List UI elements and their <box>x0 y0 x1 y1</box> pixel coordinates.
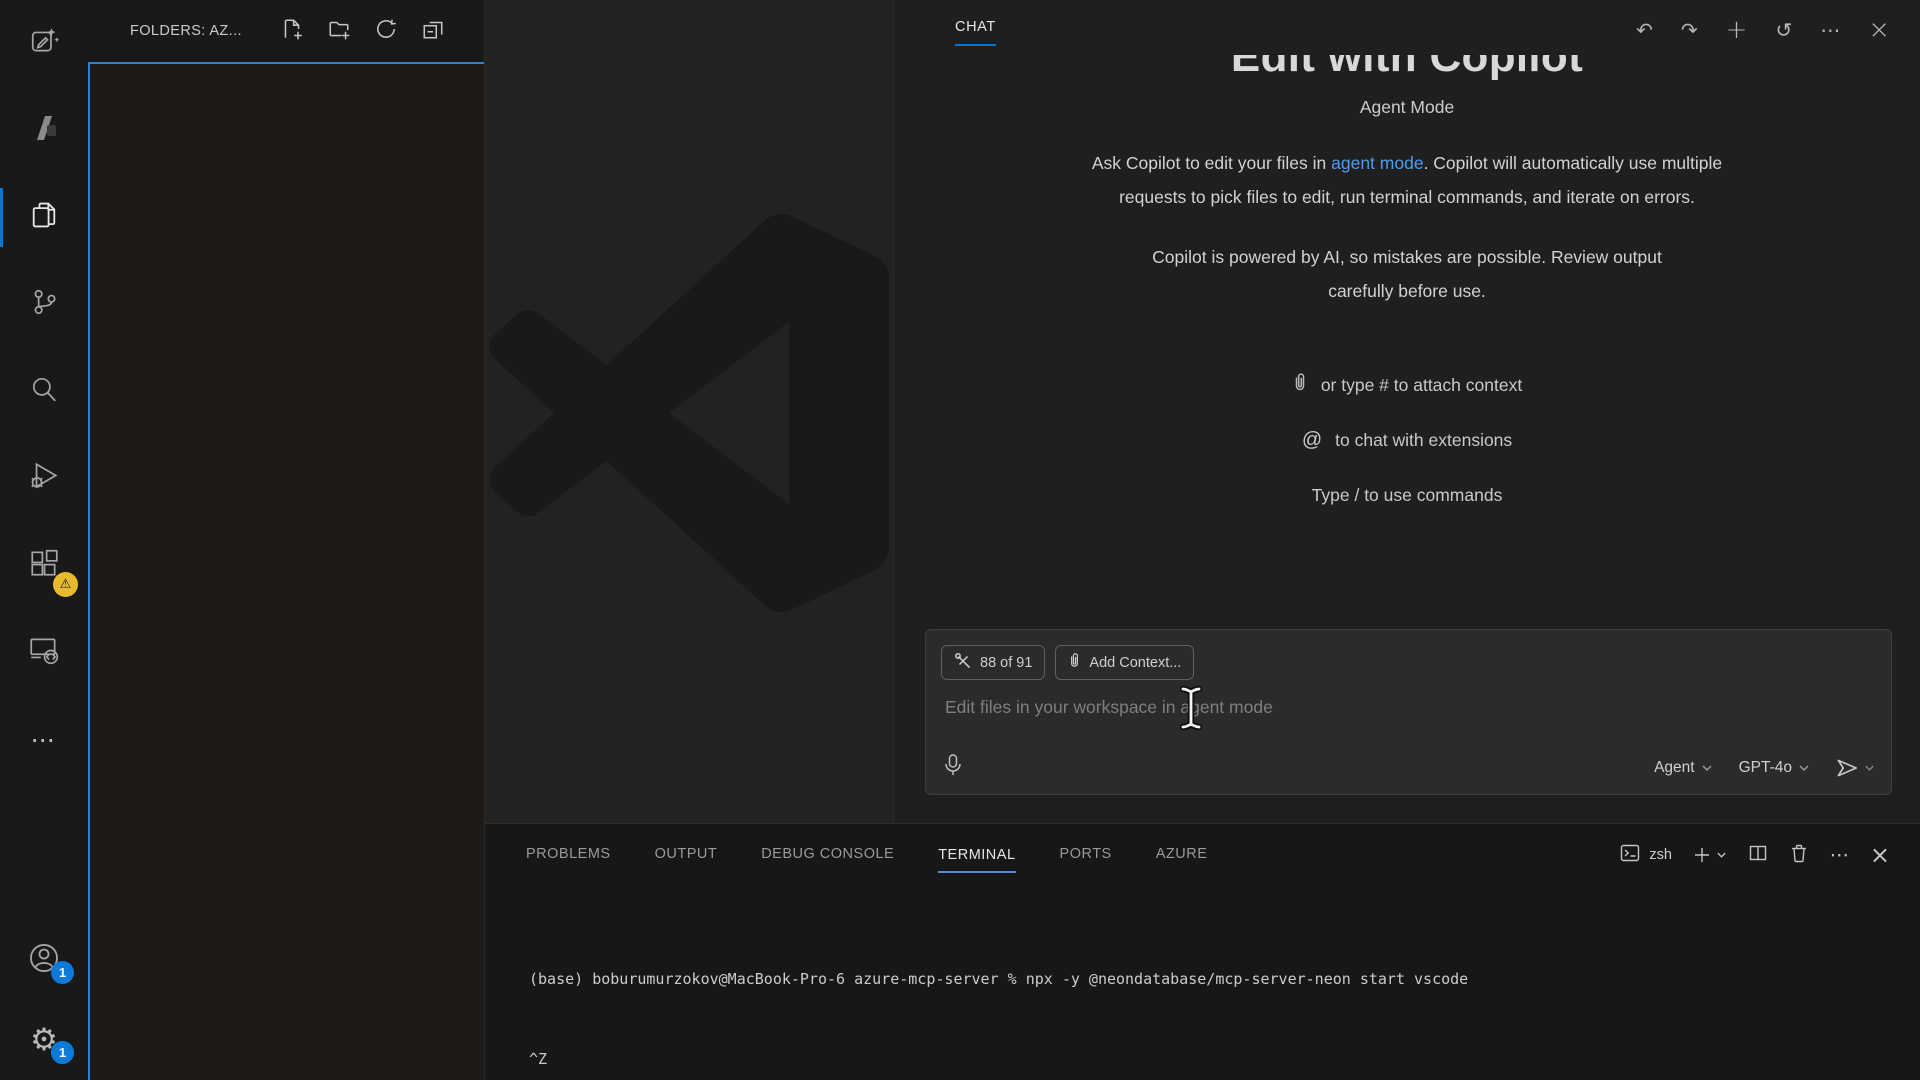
terminal-line: (base) boburumurzokov@MacBook-Pro-6 azur… <box>529 966 1900 993</box>
chat-hints: or type # to attach context @ to chat wi… <box>894 358 1920 523</box>
account-badge: 1 <box>51 961 74 984</box>
ellipsis-icon: ⋯ <box>31 726 58 754</box>
shell-selector[interactable]: zsh <box>1619 842 1672 868</box>
extension-logo-icon <box>28 112 60 149</box>
terminal-line: ^Z <box>529 1046 1900 1073</box>
mode-picker-dropdown[interactable]: Agent <box>1646 755 1721 781</box>
history-icon[interactable]: ↺ <box>1775 20 1792 40</box>
settings-badge-num: 1 <box>51 1041 74 1064</box>
new-file-button[interactable] <box>280 17 304 46</box>
explorer-tree-empty[interactable] <box>88 62 484 1080</box>
files-icon <box>28 199 60 236</box>
debug-icon <box>28 460 60 497</box>
new-folder-button[interactable] <box>327 17 351 46</box>
sidebar-title: FOLDERS: AZ... <box>130 23 242 39</box>
chat-input-box[interactable]: 88 of 91 Add Context... Edit files in yo… <box>925 629 1892 795</box>
chat-panel-header: CHAT ↶ ↷ + ↺ ⋯ × <box>894 0 1920 55</box>
source-control-button[interactable] <box>0 261 88 348</box>
tab-ports[interactable]: PORTS <box>1060 846 1112 864</box>
tab-debug-console[interactable]: DEBUG CONSOLE <box>761 846 894 864</box>
hint-attach-context: or type # to attach context <box>894 358 1920 413</box>
chat-input-placeholder[interactable]: Edit files in your workspace in agent mo… <box>945 697 1891 718</box>
extensions-warning-badge: ⚠ <box>53 572 78 597</box>
chat-paragraph-2: Copilot is powered by AI, so mistakes ar… <box>1137 240 1677 308</box>
chat-paragraph-1: Ask Copilot to edit your files in agent … <box>1077 146 1737 214</box>
new-chat-icon[interactable]: + <box>1726 17 1748 43</box>
sidebar-explorer: FOLDERS: AZ... <box>88 0 484 1080</box>
more-actions-button[interactable]: ⋯ <box>0 696 88 783</box>
ibeam-cursor <box>1176 684 1206 737</box>
refresh-button[interactable] <box>374 17 398 46</box>
hint-commands-label: Type / to use commands <box>1312 485 1503 506</box>
copilot-edits-button[interactable] <box>0 0 88 87</box>
vscode-window: ⚠ ⋯ 1 ⚙ 1 FOLDERS: AZ... <box>0 0 1920 1080</box>
tab-chat[interactable]: CHAT <box>955 19 996 46</box>
microphone-icon[interactable] <box>942 753 964 782</box>
tab-problems[interactable]: PROBLEMS <box>526 846 611 864</box>
extensions-button[interactable]: ⚠ <box>0 522 88 609</box>
tab-azure[interactable]: AZURE <box>1156 846 1208 864</box>
settings-button[interactable]: ⚙ 1 <box>0 1000 88 1080</box>
add-context-label: Add Context... <box>1089 655 1181 671</box>
redo-icon[interactable]: ↷ <box>1681 20 1698 40</box>
more-actions-icon[interactable]: ⋯ <box>1820 20 1840 40</box>
explorer-button[interactable] <box>0 174 88 261</box>
undo-icon[interactable]: ↶ <box>1636 20 1653 40</box>
sidebar-header: FOLDERS: AZ... <box>88 0 484 62</box>
hint-extensions: @ to chat with extensions <box>894 413 1920 468</box>
hint-extensions-label: to chat with extensions <box>1335 430 1512 451</box>
extension-logo-button[interactable] <box>0 87 88 174</box>
chat-panel: CHAT ↶ ↷ + ↺ ⋯ × Edit with Copilot Agent… <box>893 0 1920 823</box>
tab-output[interactable]: OUTPUT <box>655 846 718 864</box>
mode-label: Agent <box>1654 759 1695 777</box>
bottom-panel: PROBLEMS OUTPUT DEBUG CONSOLE TERMINAL P… <box>484 823 1920 1080</box>
panel-close-icon[interactable]: × <box>1870 841 1890 869</box>
new-terminal-button[interactable] <box>1693 846 1727 864</box>
tools-icon <box>954 652 972 674</box>
hint-attach-label: or type # to attach context <box>1321 375 1522 396</box>
editor-group-empty[interactable] <box>484 0 893 823</box>
copilot-edits-icon <box>29 26 59 61</box>
accounts-button[interactable]: 1 <box>0 920 88 1000</box>
hint-commands: Type / to use commands <box>894 468 1920 523</box>
tab-terminal[interactable]: TERMINAL <box>938 847 1015 873</box>
remote-explorer-icon <box>27 634 61 671</box>
add-context-button[interactable]: Add Context... <box>1055 645 1194 680</box>
paperclip-icon <box>1292 371 1308 400</box>
chat-title: Edit with Copilot <box>894 55 1920 85</box>
tools-count-label: 88 of 91 <box>980 655 1032 671</box>
p1-before: Ask Copilot to edit your files in <box>1092 153 1331 173</box>
model-picker-dropdown[interactable]: GPT-4o <box>1731 755 1818 781</box>
paperclip-icon <box>1068 651 1081 675</box>
panel-more-icon[interactable]: ⋯ <box>1830 844 1849 866</box>
at-icon: @ <box>1302 429 1322 452</box>
model-label: GPT-4o <box>1739 759 1792 777</box>
run-debug-button[interactable] <box>0 435 88 522</box>
kill-terminal-button[interactable] <box>1789 843 1809 868</box>
search-button[interactable] <box>0 348 88 435</box>
terminal-icon <box>1619 842 1641 868</box>
send-button[interactable] <box>1834 755 1875 781</box>
activity-bar: ⚠ ⋯ 1 ⚙ 1 <box>0 0 88 1080</box>
shell-name: zsh <box>1649 847 1672 863</box>
git-branch-icon <box>29 287 59 322</box>
panel-tabs: PROBLEMS OUTPUT DEBUG CONSOLE TERMINAL P… <box>485 824 1920 886</box>
vscode-logo-watermark <box>489 213 889 618</box>
agent-mode-link[interactable]: agent mode <box>1331 153 1423 173</box>
search-icon <box>29 374 59 409</box>
chat-subtitle: Agent Mode <box>894 97 1920 118</box>
remote-explorer-button[interactable] <box>0 609 88 696</box>
collapse-all-button[interactable] <box>421 17 445 46</box>
tools-count-button[interactable]: 88 of 91 <box>941 645 1045 680</box>
split-terminal-button[interactable] <box>1748 843 1768 868</box>
terminal-output[interactable]: (base) boburumurzokov@MacBook-Pro-6 azur… <box>529 913 1900 1080</box>
close-panel-icon[interactable]: × <box>1868 17 1890 43</box>
